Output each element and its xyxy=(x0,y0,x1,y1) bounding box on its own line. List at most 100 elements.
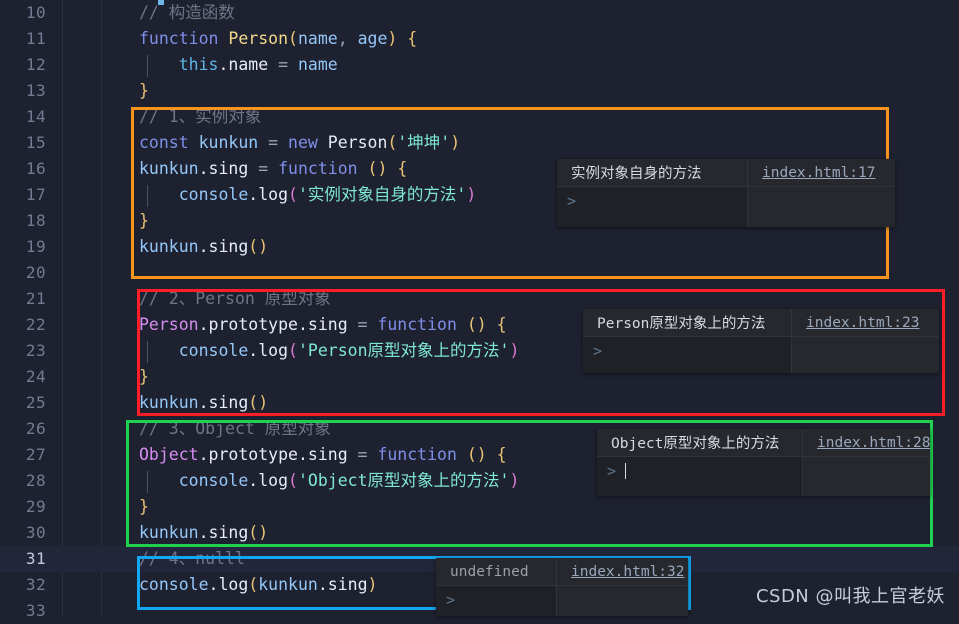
line-number: 12 xyxy=(25,55,46,74)
code-token: { xyxy=(407,29,418,48)
code-token: kunkun xyxy=(139,523,199,542)
line-number: 23 xyxy=(25,341,46,360)
code-token: ( xyxy=(288,185,298,204)
code-token: ) xyxy=(367,575,378,594)
console-source-link[interactable]: index.html:32 xyxy=(557,564,688,580)
code-token: ) xyxy=(509,341,520,360)
console-output-panel-2[interactable]: Person原型对象上的方法 > index.html:23 xyxy=(583,309,939,373)
line-number: 17 xyxy=(25,185,46,204)
code-token: console xyxy=(178,341,249,360)
code-text: const kunkun = new Person('坤坤') xyxy=(139,130,460,156)
code-token: = xyxy=(347,445,378,464)
code-token: 'Person原型对象上的方法' xyxy=(297,341,510,360)
code-token: 'Object原型对象上的方法' xyxy=(297,471,510,490)
console-source-cell: index.html:23 xyxy=(791,309,939,373)
code-editor[interactable]: 10// 构造函数 11 function Person(name, age) {1… xyxy=(0,0,959,620)
console-output-panel-1[interactable]: 实例对象自身的方法 > index.html:17 xyxy=(557,159,895,227)
code-token: ) xyxy=(466,185,477,204)
code-token: ( xyxy=(288,341,298,360)
code-token: .log xyxy=(208,575,249,594)
code-text: } xyxy=(139,208,149,234)
code-token: name xyxy=(297,55,338,74)
code-text: console.log('Person原型对象上的方法') xyxy=(139,338,520,364)
code-token: // 4、nulll xyxy=(139,549,245,568)
code-token: Person xyxy=(139,315,199,334)
console-output-panel-4[interactable]: undefined > index.html:32 xyxy=(436,558,688,616)
line-number: 11 xyxy=(25,29,46,48)
code-token: .sing xyxy=(198,159,249,178)
code-token: .prototype xyxy=(198,445,298,464)
code-token: , xyxy=(337,29,358,48)
code-token: = xyxy=(258,133,289,152)
code-lines-container[interactable]: 10// 构造函数 11 function Person(name, age) {1… xyxy=(0,0,959,620)
screenshot-root: 10// 构造函数 11 function Person(name, age) {1… xyxy=(0,0,959,620)
code-line[interactable]: 14 // 1、实例对象 xyxy=(0,104,959,130)
console-message-text: Object原型对象上的方法 xyxy=(611,436,780,452)
code-line[interactable]: 25 kunkun.sing() xyxy=(0,390,959,416)
console-prompt-chevron-icon: > xyxy=(446,590,456,609)
code-token: kunkun xyxy=(258,575,318,594)
code-token: function xyxy=(377,445,457,464)
code-line[interactable]: 15 const kunkun = new Person('坤坤') xyxy=(0,130,959,156)
code-token: { xyxy=(496,445,507,464)
code-line[interactable]: 11 function Person(name, age) { xyxy=(0,26,959,52)
code-token: // 1、实例对象 xyxy=(139,107,262,126)
line-number: 32 xyxy=(25,575,46,594)
code-text: // 2、Person 原型对象 xyxy=(139,286,331,312)
code-token: } xyxy=(139,81,149,100)
code-token: function xyxy=(278,159,358,178)
code-line[interactable]: 10 // 构造函数 xyxy=(0,0,959,26)
code-text: kunkun.sing() xyxy=(139,390,268,416)
code-token: .sing xyxy=(198,393,249,412)
code-token: kunkun xyxy=(139,237,199,256)
code-line[interactable]: 29} xyxy=(0,494,959,520)
code-line[interactable]: 13} xyxy=(0,78,959,104)
code-token: () xyxy=(248,237,269,256)
code-line[interactable]: 30 kunkun.sing() xyxy=(0,520,959,546)
console-source-link[interactable]: index.html:23 xyxy=(792,315,930,331)
code-token: () xyxy=(466,315,487,334)
code-text: } xyxy=(139,494,149,520)
code-token: Object xyxy=(139,445,199,464)
code-token: .sing xyxy=(297,445,348,464)
code-line[interactable]: 12 this.name = name xyxy=(0,52,959,78)
code-text: kunkun.sing = function () { xyxy=(139,156,407,182)
code-token: = xyxy=(347,315,378,334)
console-input-caret xyxy=(625,462,627,479)
code-text: // 3、Object 原型对象 xyxy=(139,416,331,442)
code-token: const xyxy=(139,133,189,152)
code-text: Person.prototype.sing = function () { xyxy=(139,312,507,338)
console-source-link[interactable]: index.html:17 xyxy=(748,165,886,181)
code-text: console.log('实例对象自身的方法') xyxy=(139,182,477,208)
code-token: function xyxy=(139,29,219,48)
code-token: } xyxy=(139,367,149,386)
code-text: } xyxy=(139,364,149,390)
code-token: = xyxy=(248,159,279,178)
console-prompt-chevron-icon: > xyxy=(567,191,577,210)
code-token: ( xyxy=(387,133,398,152)
console-output-panel-3[interactable]: Object原型对象上的方法 > index.html:28 xyxy=(597,429,930,496)
console-source-cell: index.html:17 xyxy=(747,159,895,227)
code-line[interactable]: 19 kunkun.sing() xyxy=(0,234,959,260)
code-token: Person xyxy=(228,29,289,48)
line-number: 14 xyxy=(25,107,46,126)
console-source-cell: index.html:32 xyxy=(556,558,688,616)
code-line[interactable]: 20 xyxy=(0,260,959,286)
console-message-text: Person原型对象上的方法 xyxy=(597,316,766,332)
code-token: // 构造函数 xyxy=(139,3,235,22)
code-token: ) xyxy=(509,471,520,490)
line-number: 22 xyxy=(25,315,46,334)
console-source-link[interactable]: index.html:28 xyxy=(803,435,930,451)
code-token: .sing xyxy=(198,523,249,542)
code-text: // 4、nulll xyxy=(139,546,245,572)
code-token: } xyxy=(139,211,149,230)
code-token: () xyxy=(466,445,487,464)
code-token: '实例对象自身的方法' xyxy=(297,185,467,204)
code-token: = xyxy=(268,55,298,74)
